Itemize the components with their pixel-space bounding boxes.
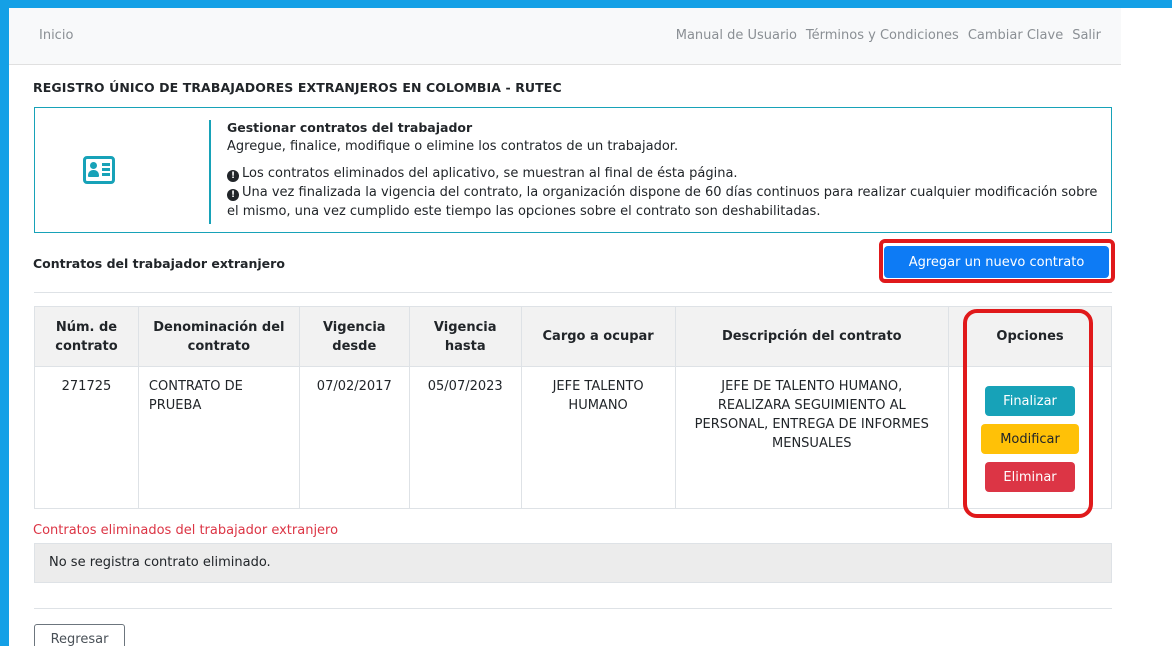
info-divider <box>209 120 211 224</box>
contracts-section-title: Contratos del trabajador extranjero <box>33 256 285 271</box>
header-contract-number: Núm. de contrato <box>34 306 139 367</box>
section-divider <box>34 292 1112 293</box>
cell-valid-from: 07/02/2017 <box>298 366 410 509</box>
cell-options: Finalizar Modificar Eliminar <box>948 366 1112 509</box>
id-card-icon <box>83 156 115 184</box>
info-note-validity: ! Una vez finalizada la vigencia del cont… <box>227 183 1107 221</box>
nav-link-manual[interactable]: Manual de Usuario <box>676 28 797 43</box>
finish-contract-button[interactable]: Finalizar <box>985 386 1076 416</box>
info-heading: Gestionar contratos del trabajador <box>227 120 473 135</box>
header-contract-name: Denominación del contrato <box>137 306 300 367</box>
nav-home-link[interactable]: Inicio <box>39 28 73 43</box>
delete-contract-button[interactable]: Eliminar <box>985 462 1076 492</box>
info-panel: Gestionar contratos del trabajador Agreg… <box>34 107 1112 233</box>
exclamation-icon: ! <box>227 189 239 201</box>
cell-position: JEFE TALENTO HUMANO <box>520 366 676 509</box>
cell-valid-to: 05/07/2023 <box>408 366 522 509</box>
deleted-contracts-empty: No se registra contrato eliminado. <box>34 543 1112 583</box>
nav-links: Manual de Usuario Términos y Condiciones… <box>676 28 1101 43</box>
header-valid-from: Vigencia desde <box>298 306 410 367</box>
add-contract-button[interactable]: Agregar un nuevo contrato <box>884 246 1109 278</box>
cell-description: JEFE DE TALENTO HUMANO, REALIZARA SEGUIM… <box>674 366 950 509</box>
info-text: Gestionar contratos del trabajador Agreg… <box>227 118 1107 221</box>
nav-link-terms[interactable]: Términos y Condiciones <box>806 28 959 43</box>
cell-contract-name: CONTRATO DE PRUEBA <box>137 366 300 509</box>
modify-contract-button[interactable]: Modificar <box>981 424 1080 454</box>
nav-link-logout[interactable]: Salir <box>1072 28 1101 43</box>
info-subheading: Agregue, finalice, modifique o elimine l… <box>227 139 679 154</box>
info-note-deleted-text: Los contratos eliminados del aplicativo,… <box>242 166 738 181</box>
header-options: Opciones <box>948 306 1112 367</box>
back-button[interactable]: Regresar <box>34 624 125 646</box>
header-description: Descripción del contrato <box>674 306 950 367</box>
info-note-validity-text: Una vez finalizada la vigencia del contr… <box>227 185 1098 219</box>
page-title: REGISTRO ÚNICO DE TRABAJADORES EXTRANJER… <box>33 80 562 95</box>
header-position: Cargo a ocupar <box>520 306 676 367</box>
table-row: 271725 CONTRATO DE PRUEBA 07/02/2017 05/… <box>34 366 1112 509</box>
deleted-contracts-title: Contratos eliminados del trabajador extr… <box>33 523 339 538</box>
info-note-deleted: ! Los contratos eliminados del aplicativo… <box>227 164 1107 183</box>
header-valid-to: Vigencia hasta <box>408 306 522 367</box>
table-header-row: Núm. de contrato Denominación del contra… <box>34 306 1112 367</box>
window-frame-left <box>0 0 9 646</box>
top-navbar: Inicio Manual de Usuario Términos y Cond… <box>9 8 1121 65</box>
contracts-table: Núm. de contrato Denominación del contra… <box>34 306 1112 509</box>
cell-contract-number: 271725 <box>34 366 139 509</box>
nav-link-change-password[interactable]: Cambiar Clave <box>968 28 1063 43</box>
footer-divider <box>34 608 1112 609</box>
window-frame-top <box>0 0 1172 8</box>
exclamation-icon: ! <box>227 170 239 182</box>
